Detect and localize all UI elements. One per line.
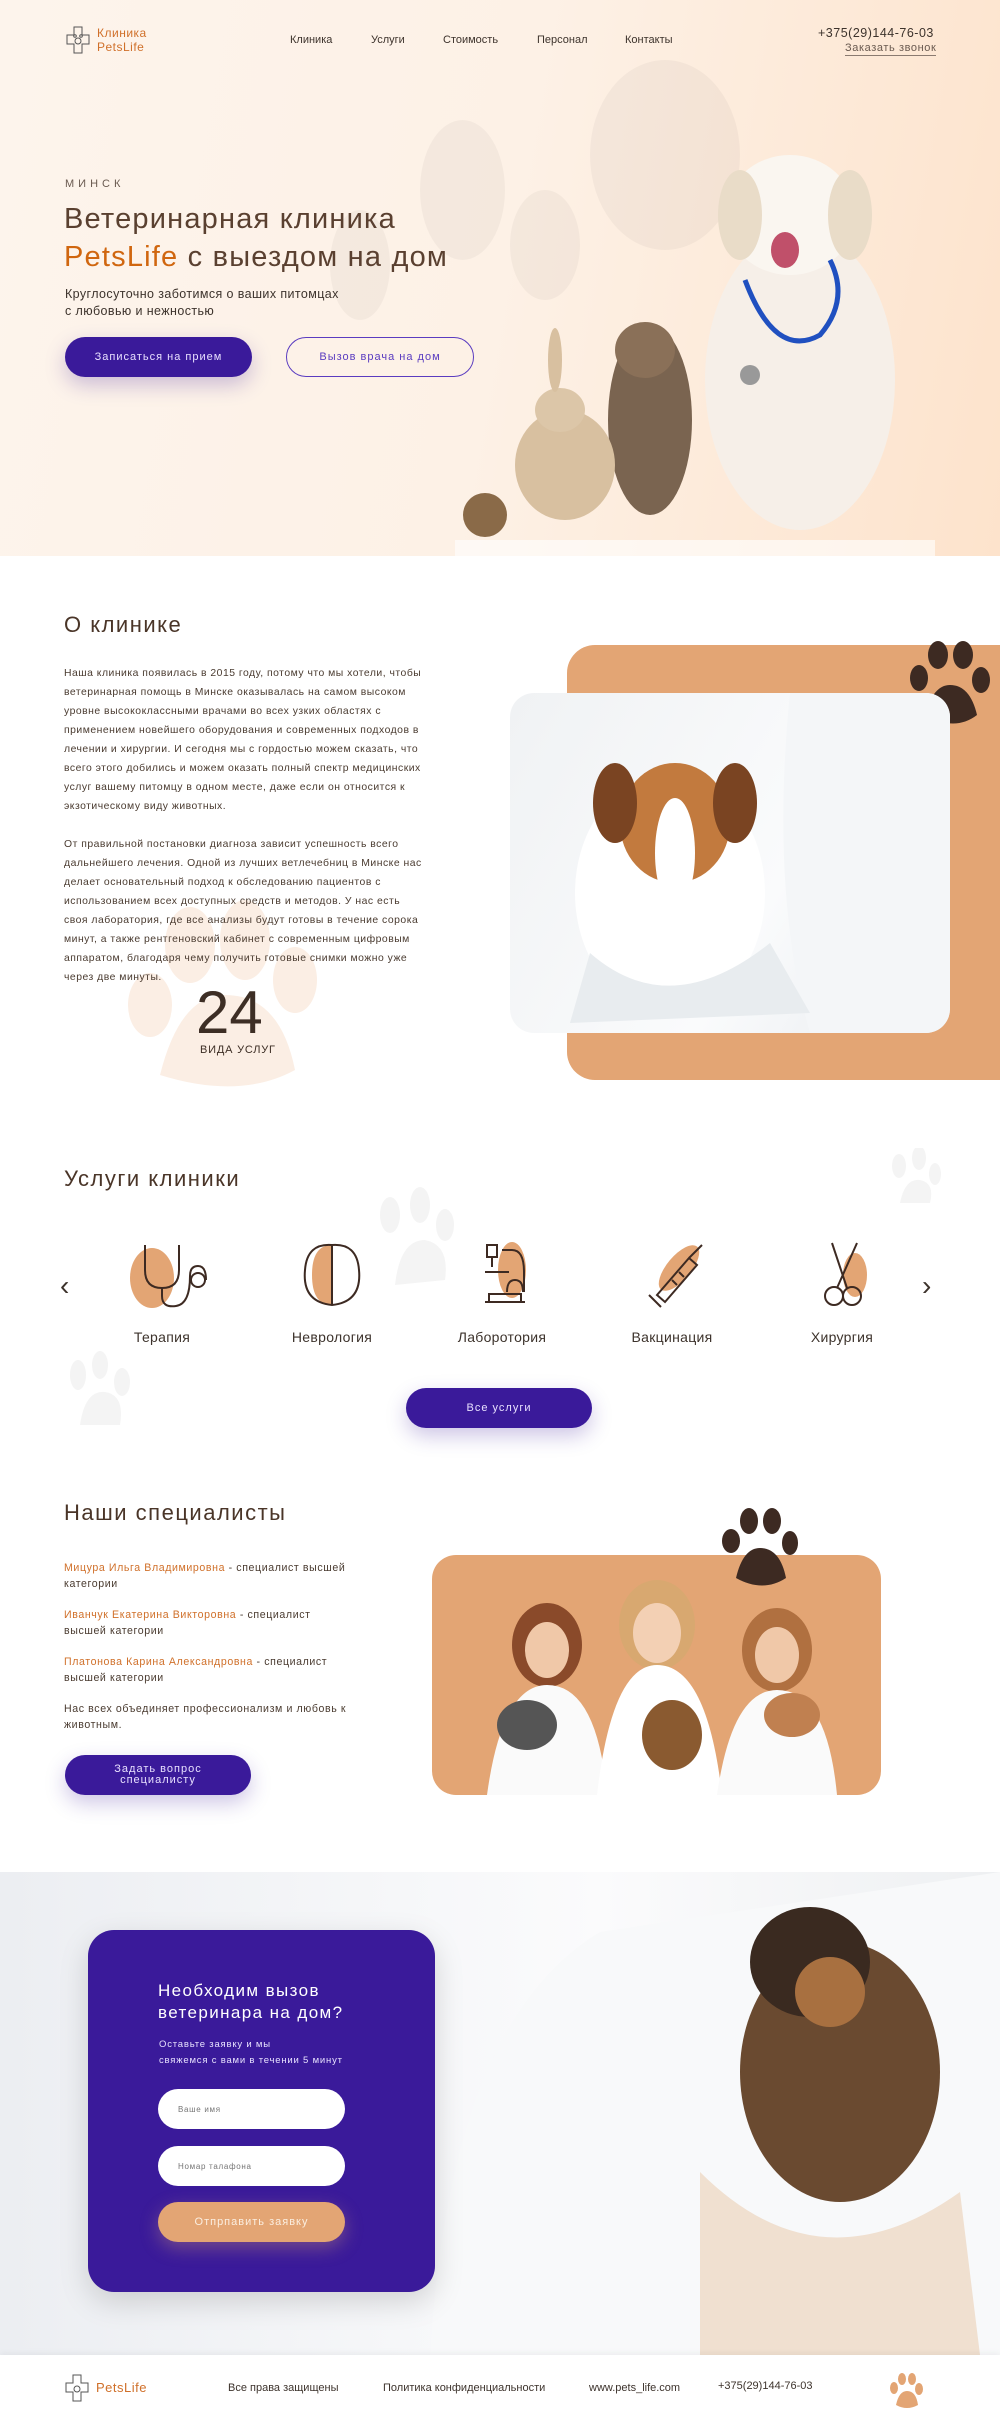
specialist-name: Иванчук Екатерина Викторовна	[64, 1609, 237, 1621]
ask-button-line2: специалисту	[120, 1774, 196, 1786]
footer: PetsLife Все права защищены Политика кон…	[0, 2355, 1000, 2422]
specialist-name: Платонова Карина Александровна	[64, 1656, 253, 1668]
service-item-vaccination[interactable]: Вакцинация	[602, 1240, 742, 1345]
services-title: Услуги клиники	[64, 1166, 241, 1191]
service-item-surgery[interactable]: Хирургия	[772, 1240, 912, 1345]
specialist-name: Мицура Ильга Владимировна	[64, 1562, 226, 1574]
scissors-icon	[824, 1242, 867, 1306]
specialists-list: Мицура Ильга Владимировна - специалист в…	[64, 1560, 354, 1733]
specialists-photo	[432, 1555, 881, 1795]
logo[interactable]: Клиника PetsLife	[65, 25, 147, 55]
submit-request-button[interactable]: Отпрпавить заявку	[158, 2202, 345, 2242]
form-text-line2: свяжемся с вами в течении 5 минут	[159, 2055, 343, 2066]
footer-rights: Все права защищены	[228, 2382, 339, 2394]
logo-line2: PetsLife	[97, 40, 145, 54]
form-text: Оставьте заявку и мы свяжемся с вами в т…	[159, 2037, 343, 2069]
hero-title-accent: PetsLife	[64, 241, 179, 273]
vet-cross-paw-icon	[65, 2374, 89, 2402]
brain-icon	[303, 1243, 361, 1307]
logo-line1: Клиника	[97, 26, 147, 40]
specialist-item: Иванчук Екатерина Викторовна - специалис…	[64, 1607, 354, 1639]
specialist-item: Мицура Ильга Владимировна - специалист в…	[64, 1560, 354, 1592]
service-item-neurology[interactable]: Неврология	[262, 1240, 402, 1345]
all-services-button[interactable]: Все услуги	[406, 1388, 592, 1428]
stat-number: 24	[196, 979, 263, 1046]
footer-logo[interactable]: PetsLife	[64, 2373, 147, 2403]
name-input[interactable]	[158, 2089, 345, 2129]
dog-vet-photo	[510, 693, 950, 1033]
about-paragraph-1: Наша клиника появилась в 2015 году, пото…	[64, 668, 422, 812]
ask-specialist-button[interactable]: Задать вопрос специалисту	[65, 1755, 251, 1795]
specialists-title: Наши специалисты	[64, 1500, 287, 1525]
paw-icon	[722, 1508, 798, 1586]
home-visit-button[interactable]: Вызов врача на дом	[286, 337, 474, 377]
book-appointment-button[interactable]: Записаться на прием	[65, 337, 252, 377]
service-label: Вакцинация	[631, 1329, 713, 1345]
specialists-note: Нас всех объединяет профессионализм и лю…	[64, 1703, 347, 1731]
hero-title: Ветеринарная клиника PetsLife с выездом …	[64, 200, 448, 276]
service-label: Терапия	[133, 1329, 191, 1345]
service-label: Лаборотория	[457, 1329, 547, 1345]
paw-background-icon	[892, 1148, 941, 1203]
header-phone[interactable]: +375(29)144-76-03	[818, 26, 934, 40]
nav-clinic[interactable]: Клиника	[290, 34, 332, 46]
paw-background-icon	[70, 1351, 130, 1425]
form-title-line1: Необходим вызов	[158, 1981, 320, 2000]
service-label: Хирургия	[810, 1329, 874, 1345]
syringe-icon	[648, 1244, 703, 1308]
hero-subtitle-line1: Круглосуточно заботимся о ваших питомцах	[65, 287, 339, 301]
service-item-therapy[interactable]: Терапия	[92, 1240, 232, 1345]
paw-icon	[890, 2373, 923, 2408]
nav-services[interactable]: Услуги	[371, 34, 405, 46]
phone-input[interactable]	[158, 2146, 345, 2186]
specialist-item: Платонова Карина Александровна - специал…	[64, 1654, 354, 1686]
form-title: Необходим вызов ветеринара на дом?	[158, 1980, 344, 2024]
callback-link[interactable]: Заказать звонок	[845, 42, 937, 56]
hero-city: МИНСК	[65, 178, 125, 190]
footer-phone[interactable]: +375(29)144-76-03	[718, 2380, 813, 2392]
nav-prices[interactable]: Стоимость	[443, 34, 498, 46]
microscope-icon	[485, 1242, 526, 1303]
carousel-prev-icon[interactable]: ‹	[60, 1270, 69, 1302]
nav-contacts[interactable]: Контакты	[625, 34, 673, 46]
site-link[interactable]: www.pets_life.com	[589, 2382, 680, 2394]
footer-logo-text: PetsLife	[96, 2380, 147, 2395]
form-text-line1: Оставьте заявку и мы	[159, 2039, 271, 2050]
stat-label: ВИДА УСЛУГ	[200, 1044, 276, 1056]
hero-section	[0, 0, 1000, 556]
service-item-laboratory[interactable]: Лаборотория	[432, 1240, 572, 1345]
vet-cross-paw-icon	[66, 26, 90, 54]
pets-photo	[455, 155, 935, 556]
hero-subtitle: Круглосуточно заботимся о ваших питомцах…	[65, 286, 339, 320]
service-label: Неврология	[291, 1329, 373, 1345]
services-carousel: Терапия Неврология Лаборотория Вакцинаци…	[72, 1240, 932, 1345]
nav-staff[interactable]: Персонал	[537, 34, 588, 46]
home-visit-form: Необходим вызов ветеринара на дом? Остав…	[88, 1930, 435, 2292]
about-title: О клинике	[64, 612, 183, 637]
hero-title-rest: с выездом на дом	[187, 241, 449, 273]
form-title-line2: ветеринара на дом?	[158, 2003, 344, 2022]
privacy-link[interactable]: Политика конфиденциальности	[383, 2382, 545, 2394]
stethoscope-icon	[130, 1245, 207, 1308]
hero-title-line1: Ветеринарная клиника	[64, 203, 396, 235]
about-paragraph-2: От правильной постановки диагноза зависи…	[64, 839, 422, 983]
hero-subtitle-line2: с любовью и нежностью	[65, 304, 215, 318]
